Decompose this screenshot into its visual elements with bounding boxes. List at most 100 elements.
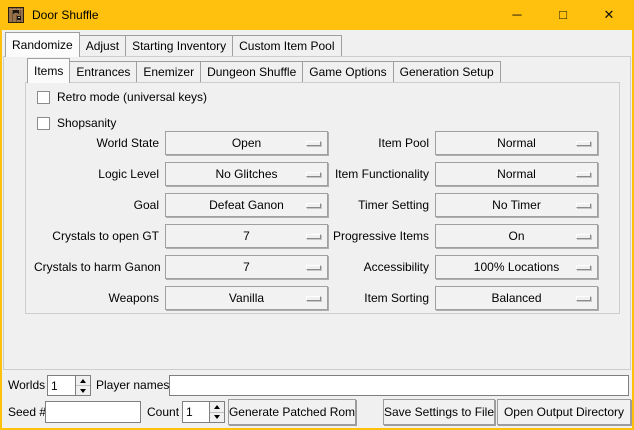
- dropdown-goal[interactable]: Defeat Ganon: [165, 193, 328, 217]
- menu-indicator-icon: [576, 141, 591, 146]
- subtab-entrances[interactable]: Entrances: [69, 61, 137, 82]
- label-item-functionality: Item Functionality: [328, 162, 429, 186]
- dropdown-item-sorting[interactable]: Balanced: [435, 286, 598, 310]
- checkbox-label: Shopsanity: [57, 116, 116, 130]
- dropdown-progressive-items[interactable]: On: [435, 224, 598, 248]
- player-names-input[interactable]: [169, 375, 629, 396]
- dropdown-crystals-to-harm-ganon[interactable]: 7: [165, 255, 328, 279]
- dropdown-value: No Timer: [436, 194, 597, 216]
- tab-custom-item-pool[interactable]: Custom Item Pool: [232, 35, 341, 56]
- tab-randomize[interactable]: Randomize: [5, 32, 80, 57]
- settings-row: Weapons VanillaItem Sorting Balanced: [26, 286, 619, 310]
- dropdown-value: Balanced: [436, 287, 597, 309]
- seed-label: Seed #: [8, 401, 46, 423]
- dropdown-item-functionality[interactable]: Normal: [435, 162, 598, 186]
- label-crystals-to-harm-ganon: Crystals to harm Ganon: [34, 255, 159, 279]
- worlds-label: Worlds: [8, 374, 45, 396]
- spin-up-button[interactable]: [76, 376, 90, 385]
- arrow-down-icon: [214, 415, 220, 419]
- checkbox-label: Retro mode (universal keys): [57, 90, 207, 104]
- dropdown-timer-setting[interactable]: No Timer: [435, 193, 598, 217]
- menu-indicator-icon: [306, 172, 321, 177]
- tab-adjust[interactable]: Adjust: [79, 35, 126, 56]
- settings-row: World State OpenItem Pool Normal: [26, 131, 619, 155]
- worlds-input[interactable]: [48, 376, 75, 395]
- app-window: Door Shuffle ─□✕ RandomizeAdjustStarting…: [0, 0, 634, 430]
- dropdown-value: Normal: [436, 132, 597, 154]
- menu-indicator-icon: [576, 234, 591, 239]
- menu-indicator-icon: [306, 141, 321, 146]
- dropdown-value: 7: [166, 256, 327, 278]
- label-item-pool: Item Pool: [328, 131, 429, 155]
- menu-indicator-icon: [306, 296, 321, 301]
- settings-row: Logic Level No GlitchesItem Functionality…: [26, 162, 619, 186]
- menu-indicator-icon: [576, 172, 591, 177]
- menu-indicator-icon: [576, 296, 591, 301]
- count-input[interactable]: [183, 402, 209, 422]
- dropdown-value: Defeat Ganon: [166, 194, 327, 216]
- items-tab-pane: Retro mode (universal keys) ShopsanityWor…: [25, 82, 620, 314]
- label-item-sorting: Item Sorting: [328, 286, 429, 310]
- seed-input[interactable]: [45, 401, 141, 423]
- count-spin-buttons: [209, 402, 224, 422]
- checkbox-shopsanity[interactable]: Shopsanity: [37, 115, 116, 131]
- dropdown-crystals-to-open-gt[interactable]: 7: [165, 224, 328, 248]
- settings-row: Goal Defeat GanonTimer Setting No Timer: [26, 193, 619, 217]
- spin-down-button[interactable]: [76, 385, 90, 395]
- label-accessibility: Accessibility: [328, 255, 429, 279]
- dropdown-value: No Glitches: [166, 163, 327, 185]
- dropdown-logic-level[interactable]: No Glitches: [165, 162, 328, 186]
- subtab-items[interactable]: Items: [27, 58, 70, 83]
- settings-row: Crystals to open GT 7Progressive Items On: [26, 224, 619, 248]
- close-button[interactable]: ✕: [586, 0, 632, 29]
- menu-indicator-icon: [306, 203, 321, 208]
- spin-up-button[interactable]: [210, 402, 224, 412]
- label-timer-setting: Timer Setting: [328, 193, 429, 217]
- window-title: Door Shuffle: [32, 0, 99, 30]
- subtab-generation-setup[interactable]: Generation Setup: [393, 61, 501, 82]
- menu-indicator-icon: [576, 265, 591, 270]
- worlds-spinbox: [47, 375, 91, 396]
- menu-indicator-icon: [576, 203, 591, 208]
- titlebar[interactable]: Door Shuffle ─□✕: [0, 0, 634, 30]
- arrow-up-icon: [80, 379, 86, 383]
- settings-row: Crystals to harm Ganon 7Accessibility 100%…: [26, 255, 619, 279]
- dropdown-value: 100% Locations: [436, 256, 597, 278]
- minimize-button[interactable]: ─: [494, 0, 540, 29]
- count-spinbox: [182, 401, 225, 423]
- sub-tab-bar: ItemsEntrancesEnemizerDungeon ShuffleGam…: [27, 58, 500, 83]
- dropdown-value: 7: [166, 225, 327, 247]
- label-crystals-to-open-gt: Crystals to open GT: [34, 224, 159, 248]
- label-world-state: World State: [34, 131, 159, 155]
- label-goal: Goal: [34, 193, 159, 217]
- subtab-game-options[interactable]: Game Options: [302, 61, 393, 82]
- subtab-dungeon-shuffle[interactable]: Dungeon Shuffle: [200, 61, 303, 82]
- spin-down-button[interactable]: [210, 412, 224, 423]
- menu-indicator-icon: [306, 234, 321, 239]
- dropdown-value: On: [436, 225, 597, 247]
- save-settings-button[interactable]: Save Settings to File: [383, 399, 495, 425]
- open-output-directory-button[interactable]: Open Output Directory: [497, 399, 631, 425]
- checkbox-box-icon[interactable]: [37, 117, 50, 130]
- subtab-enemizer[interactable]: Enemizer: [136, 61, 201, 82]
- dropdown-accessibility[interactable]: 100% Locations: [435, 255, 598, 279]
- menu-indicator-icon: [306, 265, 321, 270]
- label-progressive-items: Progressive Items: [328, 224, 429, 248]
- label-logic-level: Logic Level: [34, 162, 159, 186]
- generate-rom-button[interactable]: Generate Patched Rom: [228, 399, 356, 425]
- label-weapons: Weapons: [34, 286, 159, 310]
- window-controls: ─□✕: [494, 0, 632, 30]
- dropdown-value: Open: [166, 132, 327, 154]
- dropdown-value: Normal: [436, 163, 597, 185]
- arrow-down-icon: [80, 389, 86, 393]
- count-label: Count: [147, 401, 179, 423]
- dropdown-value: Vanilla: [166, 287, 327, 309]
- maximize-button[interactable]: □: [540, 0, 586, 29]
- dropdown-weapons[interactable]: Vanilla: [165, 286, 328, 310]
- dropdown-world-state[interactable]: Open: [165, 131, 328, 155]
- checkbox-retro-mode-universal-keys[interactable]: Retro mode (universal keys): [37, 89, 207, 105]
- worlds-spin-buttons: [75, 376, 90, 395]
- checkbox-box-icon[interactable]: [37, 91, 50, 104]
- dropdown-item-pool[interactable]: Normal: [435, 131, 598, 155]
- tab-starting-inventory[interactable]: Starting Inventory: [125, 35, 233, 56]
